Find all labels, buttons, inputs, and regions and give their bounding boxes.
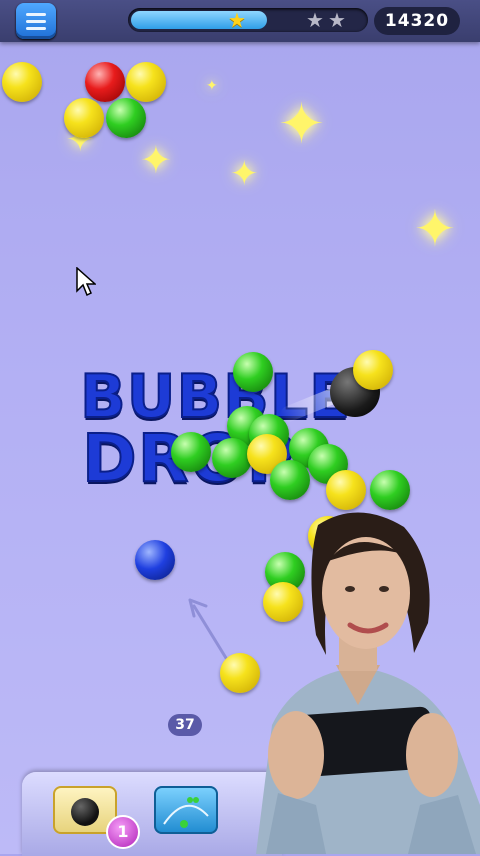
aim-line-booster-button[interactable]: [154, 786, 218, 834]
sparkle-icon: ✦: [230, 154, 259, 194]
star-icon: ★: [306, 8, 324, 32]
bomb-count-badge: 1: [106, 815, 140, 849]
sparkle-icon: ✦: [278, 92, 325, 157]
mouse-cursor-icon: [76, 267, 96, 297]
bubble-yellow: [2, 62, 42, 102]
bubble-green: [106, 98, 146, 138]
bubble-green: [233, 352, 273, 392]
bubble-yellow: [64, 98, 104, 138]
sparkle-icon: ✦: [414, 200, 456, 258]
star-icon: ★: [328, 8, 346, 32]
bubble-red: [85, 62, 125, 102]
bubble-green: [212, 438, 252, 478]
sparkle-icon: ✦: [140, 138, 172, 182]
bubble-green: [171, 432, 211, 472]
aim-arrow-icon: [188, 598, 228, 660]
bubble-green: [270, 460, 310, 500]
score-display: 14320: [374, 7, 460, 35]
bomb-icon: [71, 798, 99, 826]
bubble-yellow: [126, 62, 166, 102]
shots-remaining: 37: [168, 714, 202, 736]
star-icon: ★: [228, 8, 246, 32]
menu-button[interactable]: [16, 3, 56, 39]
bubble-green: [370, 470, 410, 510]
person-holding-phone: [256, 512, 480, 854]
sparkle-icon: ✦: [206, 78, 218, 94]
bubble-yellow: [353, 350, 393, 390]
bubble-blue: [135, 540, 175, 580]
progress-fill: [131, 11, 267, 29]
aim-line-icon: [163, 797, 209, 828]
top-bar: ★ ★ ★ 14320: [0, 0, 480, 42]
bubble-yellow: [326, 470, 366, 510]
